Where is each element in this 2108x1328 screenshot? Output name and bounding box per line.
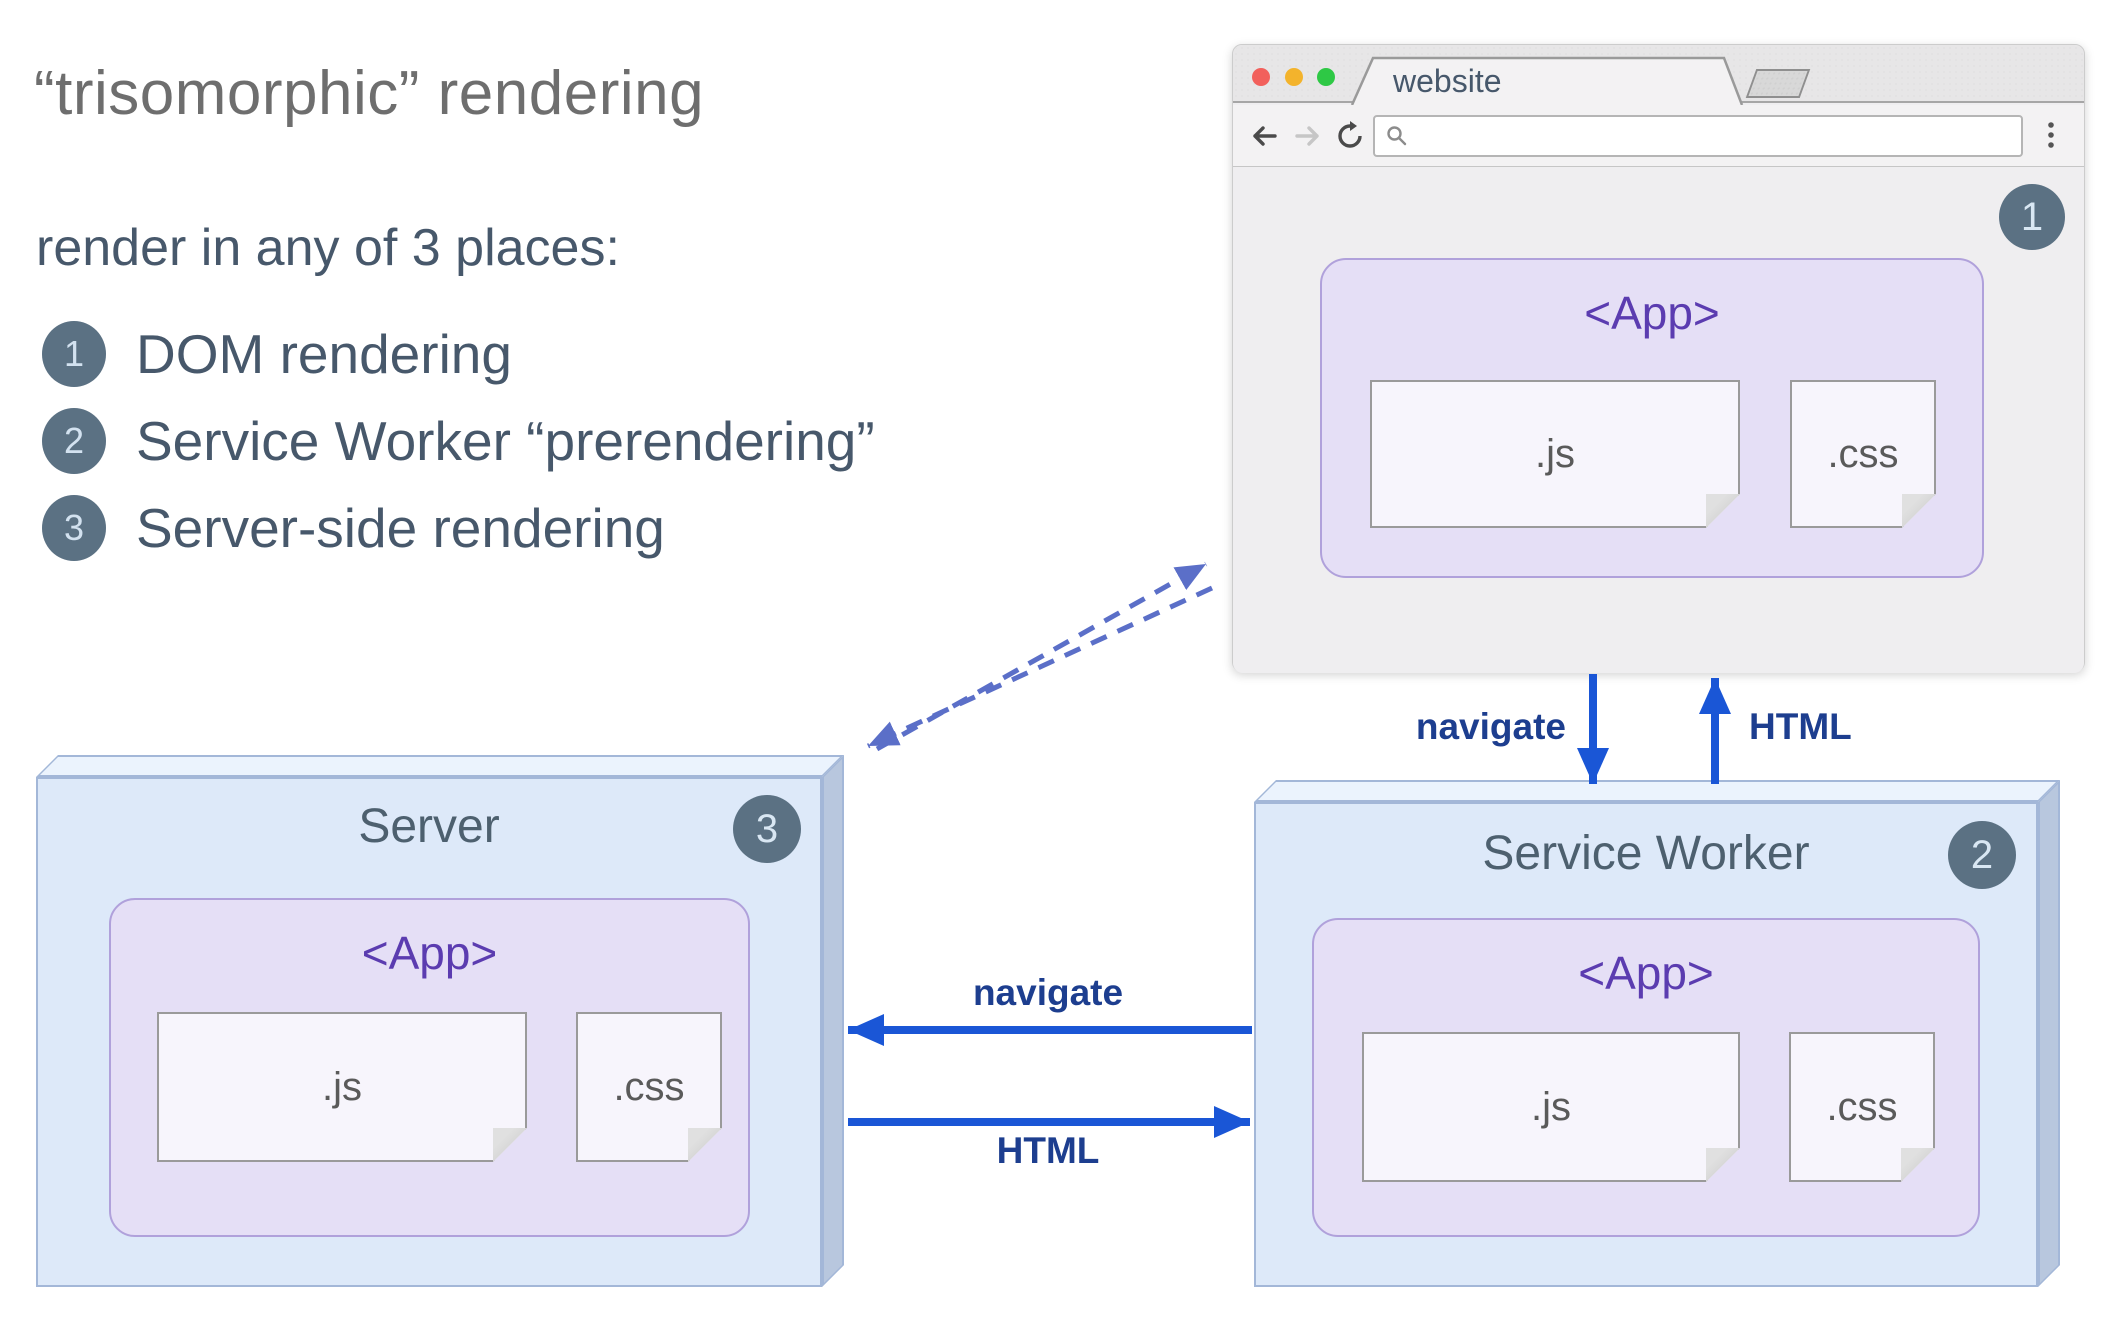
dashed-arrow-browser-to-server — [866, 585, 1214, 749]
service-worker-css-file: .css — [1789, 1032, 1935, 1182]
url-bar[interactable] — [1373, 115, 2023, 157]
server-css-file: .css — [576, 1012, 722, 1162]
label-html-horizontal: HTML — [996, 1130, 1100, 1171]
label-navigate-horizontal: navigate — [972, 972, 1124, 1013]
browser-js-label: .js — [1535, 431, 1575, 476]
forward-icon[interactable] — [1293, 121, 1323, 151]
server-box-top-face — [36, 755, 844, 777]
step-badge-service-worker: 2 — [1948, 821, 2016, 889]
label-navigate-vertical: navigate — [1415, 706, 1566, 747]
server-app-label: <App> — [361, 927, 498, 979]
diagram-canvas: “trisomorphic” rendering render in any o… — [0, 0, 2108, 1328]
legend-label-dom: DOM rendering — [136, 323, 512, 385]
service-worker-box-top-face — [1254, 780, 2060, 802]
dashed-arrow-server-to-browser — [875, 561, 1208, 752]
label-html-vertical: HTML — [1749, 706, 1852, 747]
server-title: Server — [358, 800, 500, 853]
service-worker-app-box: <App> .js .css — [1312, 918, 1980, 1237]
server-css-label: .css — [613, 1064, 685, 1109]
minimize-window-button[interactable] — [1285, 68, 1303, 86]
browser-titlebar: website — [1233, 45, 2084, 105]
service-worker-title: Service Worker — [1482, 827, 1810, 880]
browser-js-file: .js — [1370, 380, 1740, 528]
new-tab-button[interactable] — [1745, 69, 1811, 98]
service-worker-js-file: .js — [1362, 1032, 1740, 1182]
server-app-box: <App> .js .css — [109, 898, 750, 1237]
server-js-label: .js — [322, 1064, 362, 1109]
legend-item-dom: 1 DOM rendering — [42, 321, 512, 387]
browser-app-box: <App> .js .css — [1320, 258, 1984, 578]
browser-toolbar — [1233, 105, 2084, 167]
legend-label-service-worker: Service Worker “prerendering” — [136, 410, 875, 472]
service-worker-css-label: .css — [1826, 1084, 1898, 1129]
close-window-button[interactable] — [1252, 68, 1270, 86]
browser-css-file: .css — [1790, 380, 1936, 528]
legend-number-1: 1 — [42, 321, 106, 387]
server-box-side-face — [822, 755, 844, 1287]
reload-icon[interactable] — [1335, 121, 1365, 151]
search-icon — [1387, 126, 1407, 146]
legend-label-server-side: Server-side rendering — [136, 497, 665, 559]
tab-title[interactable]: website — [1393, 59, 1593, 103]
url-input[interactable] — [1409, 117, 2021, 155]
server-js-file: .js — [157, 1012, 527, 1162]
service-worker-js-label: .js — [1531, 1084, 1571, 1129]
legend-item-server-side: 3 Server-side rendering — [42, 495, 665, 561]
service-worker-box-side-face — [2038, 780, 2060, 1287]
legend-item-service-worker: 2 Service Worker “prerendering” — [42, 408, 875, 474]
legend-number-3: 3 — [42, 495, 106, 561]
step-badge-server: 3 — [733, 795, 801, 863]
browser-app-label: <App> — [1584, 287, 1720, 339]
page-title: “trisomorphic” rendering — [34, 59, 705, 128]
step-badge-dom: 1 — [1999, 184, 2065, 250]
maximize-window-button[interactable] — [1317, 68, 1335, 86]
back-icon[interactable] — [1249, 121, 1279, 151]
browser-css-label: .css — [1827, 431, 1899, 476]
page-subtitle: render in any of 3 places: — [36, 219, 620, 277]
browser-menu-icon[interactable] — [2045, 121, 2057, 151]
service-worker-app-label: <App> — [1578, 947, 1714, 999]
legend-number-2: 2 — [42, 408, 106, 474]
